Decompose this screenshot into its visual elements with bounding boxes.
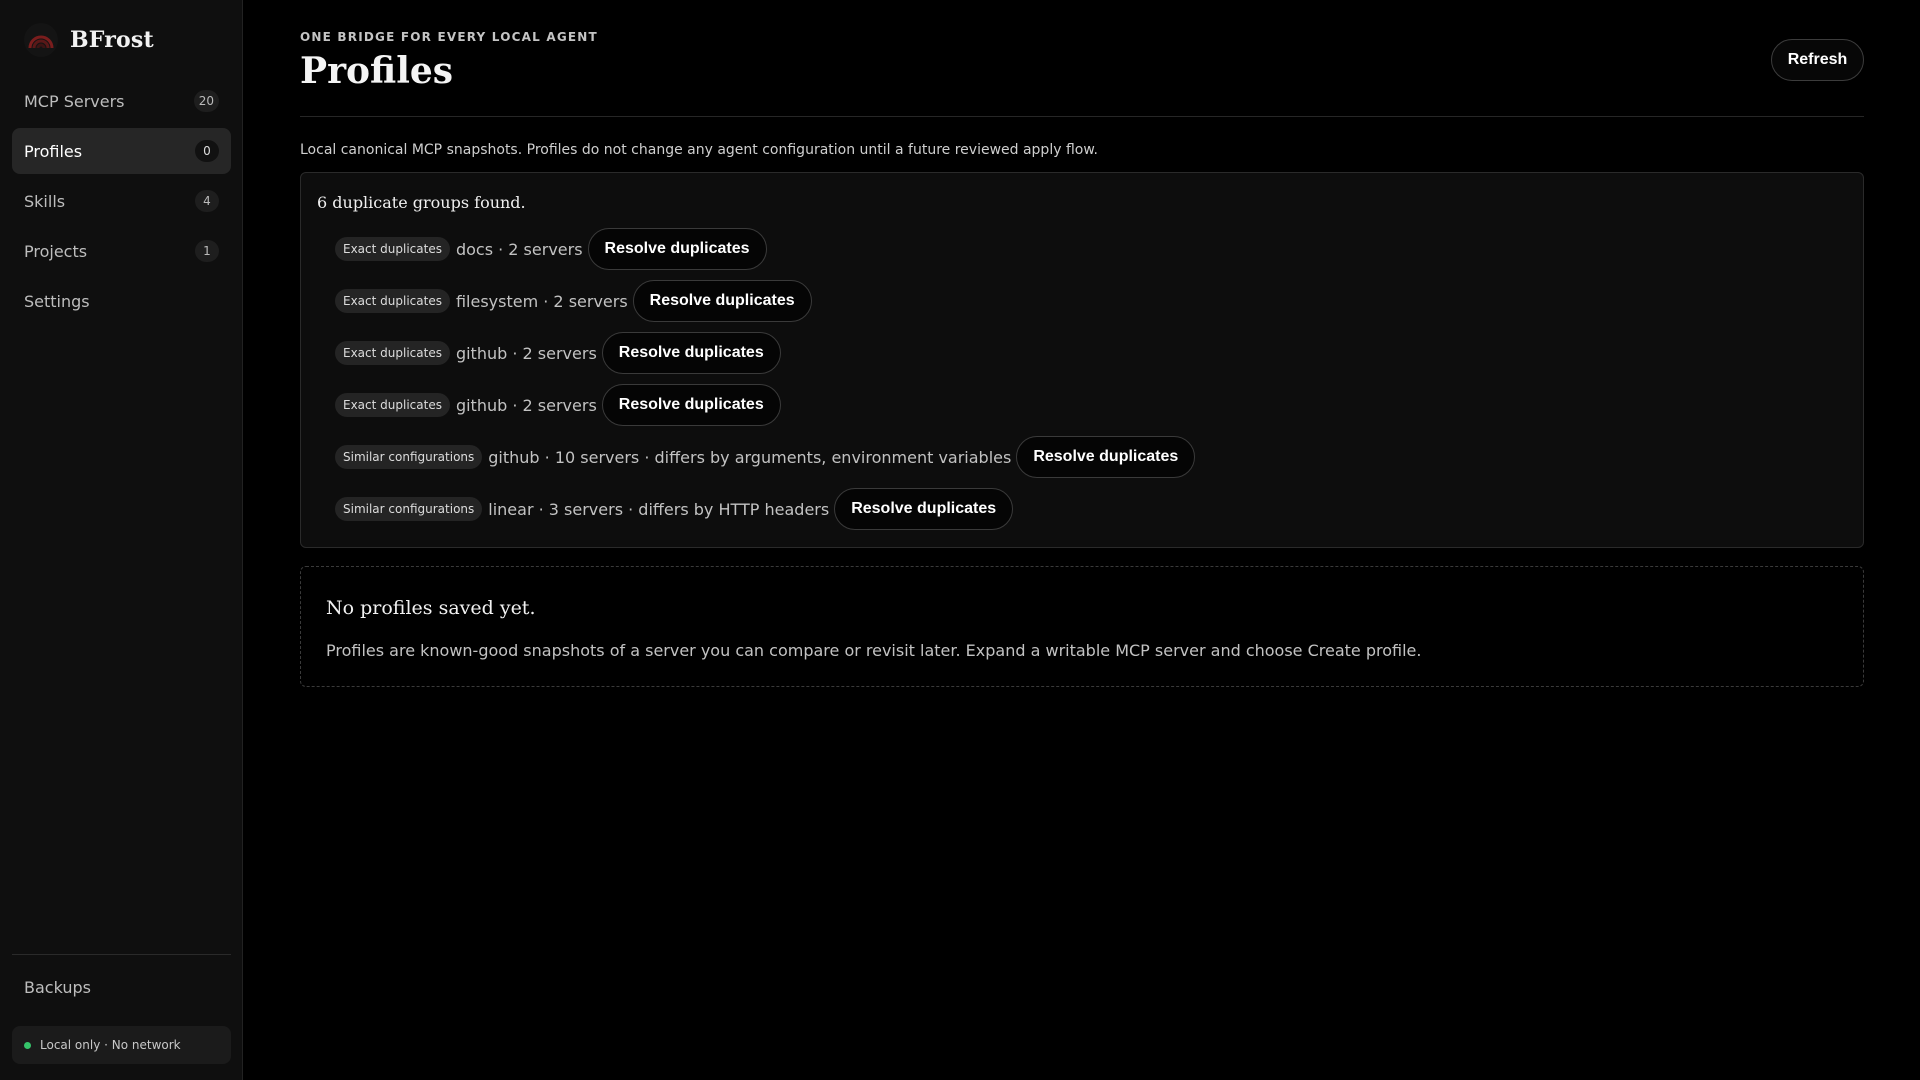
sidebar-divider bbox=[12, 954, 231, 955]
duplicate-group-row: Exact duplicates filesystem · 2 servers … bbox=[335, 280, 812, 322]
resolve-duplicates-button[interactable]: Resolve duplicates bbox=[632, 280, 812, 322]
duplicate-group-row: Similar configurations linear · 3 server… bbox=[335, 488, 1014, 530]
resolve-duplicates-button[interactable]: Resolve duplicates bbox=[601, 332, 781, 374]
count-badge: 1 bbox=[195, 240, 219, 262]
duplicate-group-text: docs · 2 servers bbox=[455, 239, 583, 259]
resolve-duplicates-button[interactable]: Resolve duplicates bbox=[834, 488, 1014, 530]
duplicate-group-text: filesystem · 2 servers bbox=[455, 291, 628, 311]
status-text: Local only · No network bbox=[40, 1038, 181, 1052]
duplicate-type-tag: Exact duplicates bbox=[335, 341, 450, 365]
empty-state-title: No profiles saved yet. bbox=[326, 597, 536, 619]
sidebar-nav: MCP Servers 20 Profiles 0 Skills 4 Proje… bbox=[12, 78, 231, 328]
duplicate-type-tag: Exact duplicates bbox=[335, 289, 450, 313]
sidebar-item-settings[interactable]: Settings bbox=[12, 278, 231, 324]
sidebar-item-label: Skills bbox=[24, 191, 66, 211]
sidebar: BFrost MCP Servers 20 Profiles 0 Skills … bbox=[0, 0, 243, 1080]
duplicate-group-row: Exact duplicates docs · 2 servers Resolv… bbox=[335, 228, 767, 270]
sidebar-item-projects[interactable]: Projects 1 bbox=[12, 228, 231, 274]
duplicate-type-tag: Similar configurations bbox=[335, 497, 483, 521]
resolve-duplicates-button[interactable]: Resolve duplicates bbox=[1016, 436, 1196, 478]
page-title: Profiles bbox=[300, 50, 454, 92]
network-status: Local only · No network bbox=[12, 1026, 231, 1064]
count-badge: 4 bbox=[195, 190, 219, 212]
count-badge: 20 bbox=[193, 90, 219, 112]
status-dot-icon bbox=[24, 1041, 31, 1049]
duplicate-group-row: Exact duplicates github · 2 servers Reso… bbox=[335, 384, 781, 426]
duplicate-group-text: github · 2 servers bbox=[455, 343, 597, 363]
sidebar-item-label: MCP Servers bbox=[24, 91, 125, 111]
duplicate-group-text: linear · 3 servers · differs by HTTP hea… bbox=[488, 499, 830, 519]
app-name: BFrost bbox=[70, 27, 154, 53]
sidebar-item-skills[interactable]: Skills 4 bbox=[12, 178, 231, 224]
brand[interactable]: BFrost bbox=[24, 22, 154, 58]
duplicate-group-text: github · 2 servers bbox=[455, 395, 597, 415]
duplicates-panel: 6 duplicate groups found. Exact duplicat… bbox=[300, 172, 1864, 548]
duplicate-type-tag: Similar configurations bbox=[335, 445, 483, 469]
sidebar-item-label: Settings bbox=[24, 291, 90, 311]
duplicate-type-tag: Exact duplicates bbox=[335, 237, 450, 261]
sidebar-item-backups[interactable]: Backups bbox=[24, 978, 91, 997]
duplicate-type-tag: Exact duplicates bbox=[335, 393, 450, 417]
duplicate-group-row: Exact duplicates github · 2 servers Reso… bbox=[335, 332, 781, 374]
count-badge: 0 bbox=[195, 140, 219, 162]
resolve-duplicates-button[interactable]: Resolve duplicates bbox=[601, 384, 781, 426]
refresh-button[interactable]: Refresh bbox=[1771, 39, 1864, 81]
resolve-duplicates-button[interactable]: Resolve duplicates bbox=[587, 228, 767, 270]
sidebar-item-label: Projects bbox=[24, 241, 88, 261]
sidebar-item-label: Profiles bbox=[24, 141, 83, 161]
page-eyebrow: ONE BRIDGE FOR EVERY LOCAL AGENT bbox=[300, 30, 598, 44]
empty-state-body: Profiles are known-good snapshots of a s… bbox=[326, 641, 1422, 660]
duplicate-group-text: github · 10 servers · differs by argumen… bbox=[488, 447, 1012, 467]
rainbow-arc-icon bbox=[24, 23, 58, 57]
header-divider bbox=[300, 116, 1864, 117]
page-description: Local canonical MCP snapshots. Profiles … bbox=[300, 142, 1098, 158]
duplicates-summary: 6 duplicate groups found. bbox=[317, 193, 526, 212]
duplicate-group-row: Similar configurations github · 10 serve… bbox=[335, 436, 1196, 478]
sidebar-item-profiles[interactable]: Profiles 0 bbox=[12, 128, 231, 174]
empty-profiles-card: No profiles saved yet. Profiles are know… bbox=[300, 566, 1864, 687]
sidebar-item-mcp-servers[interactable]: MCP Servers 20 bbox=[12, 78, 231, 124]
